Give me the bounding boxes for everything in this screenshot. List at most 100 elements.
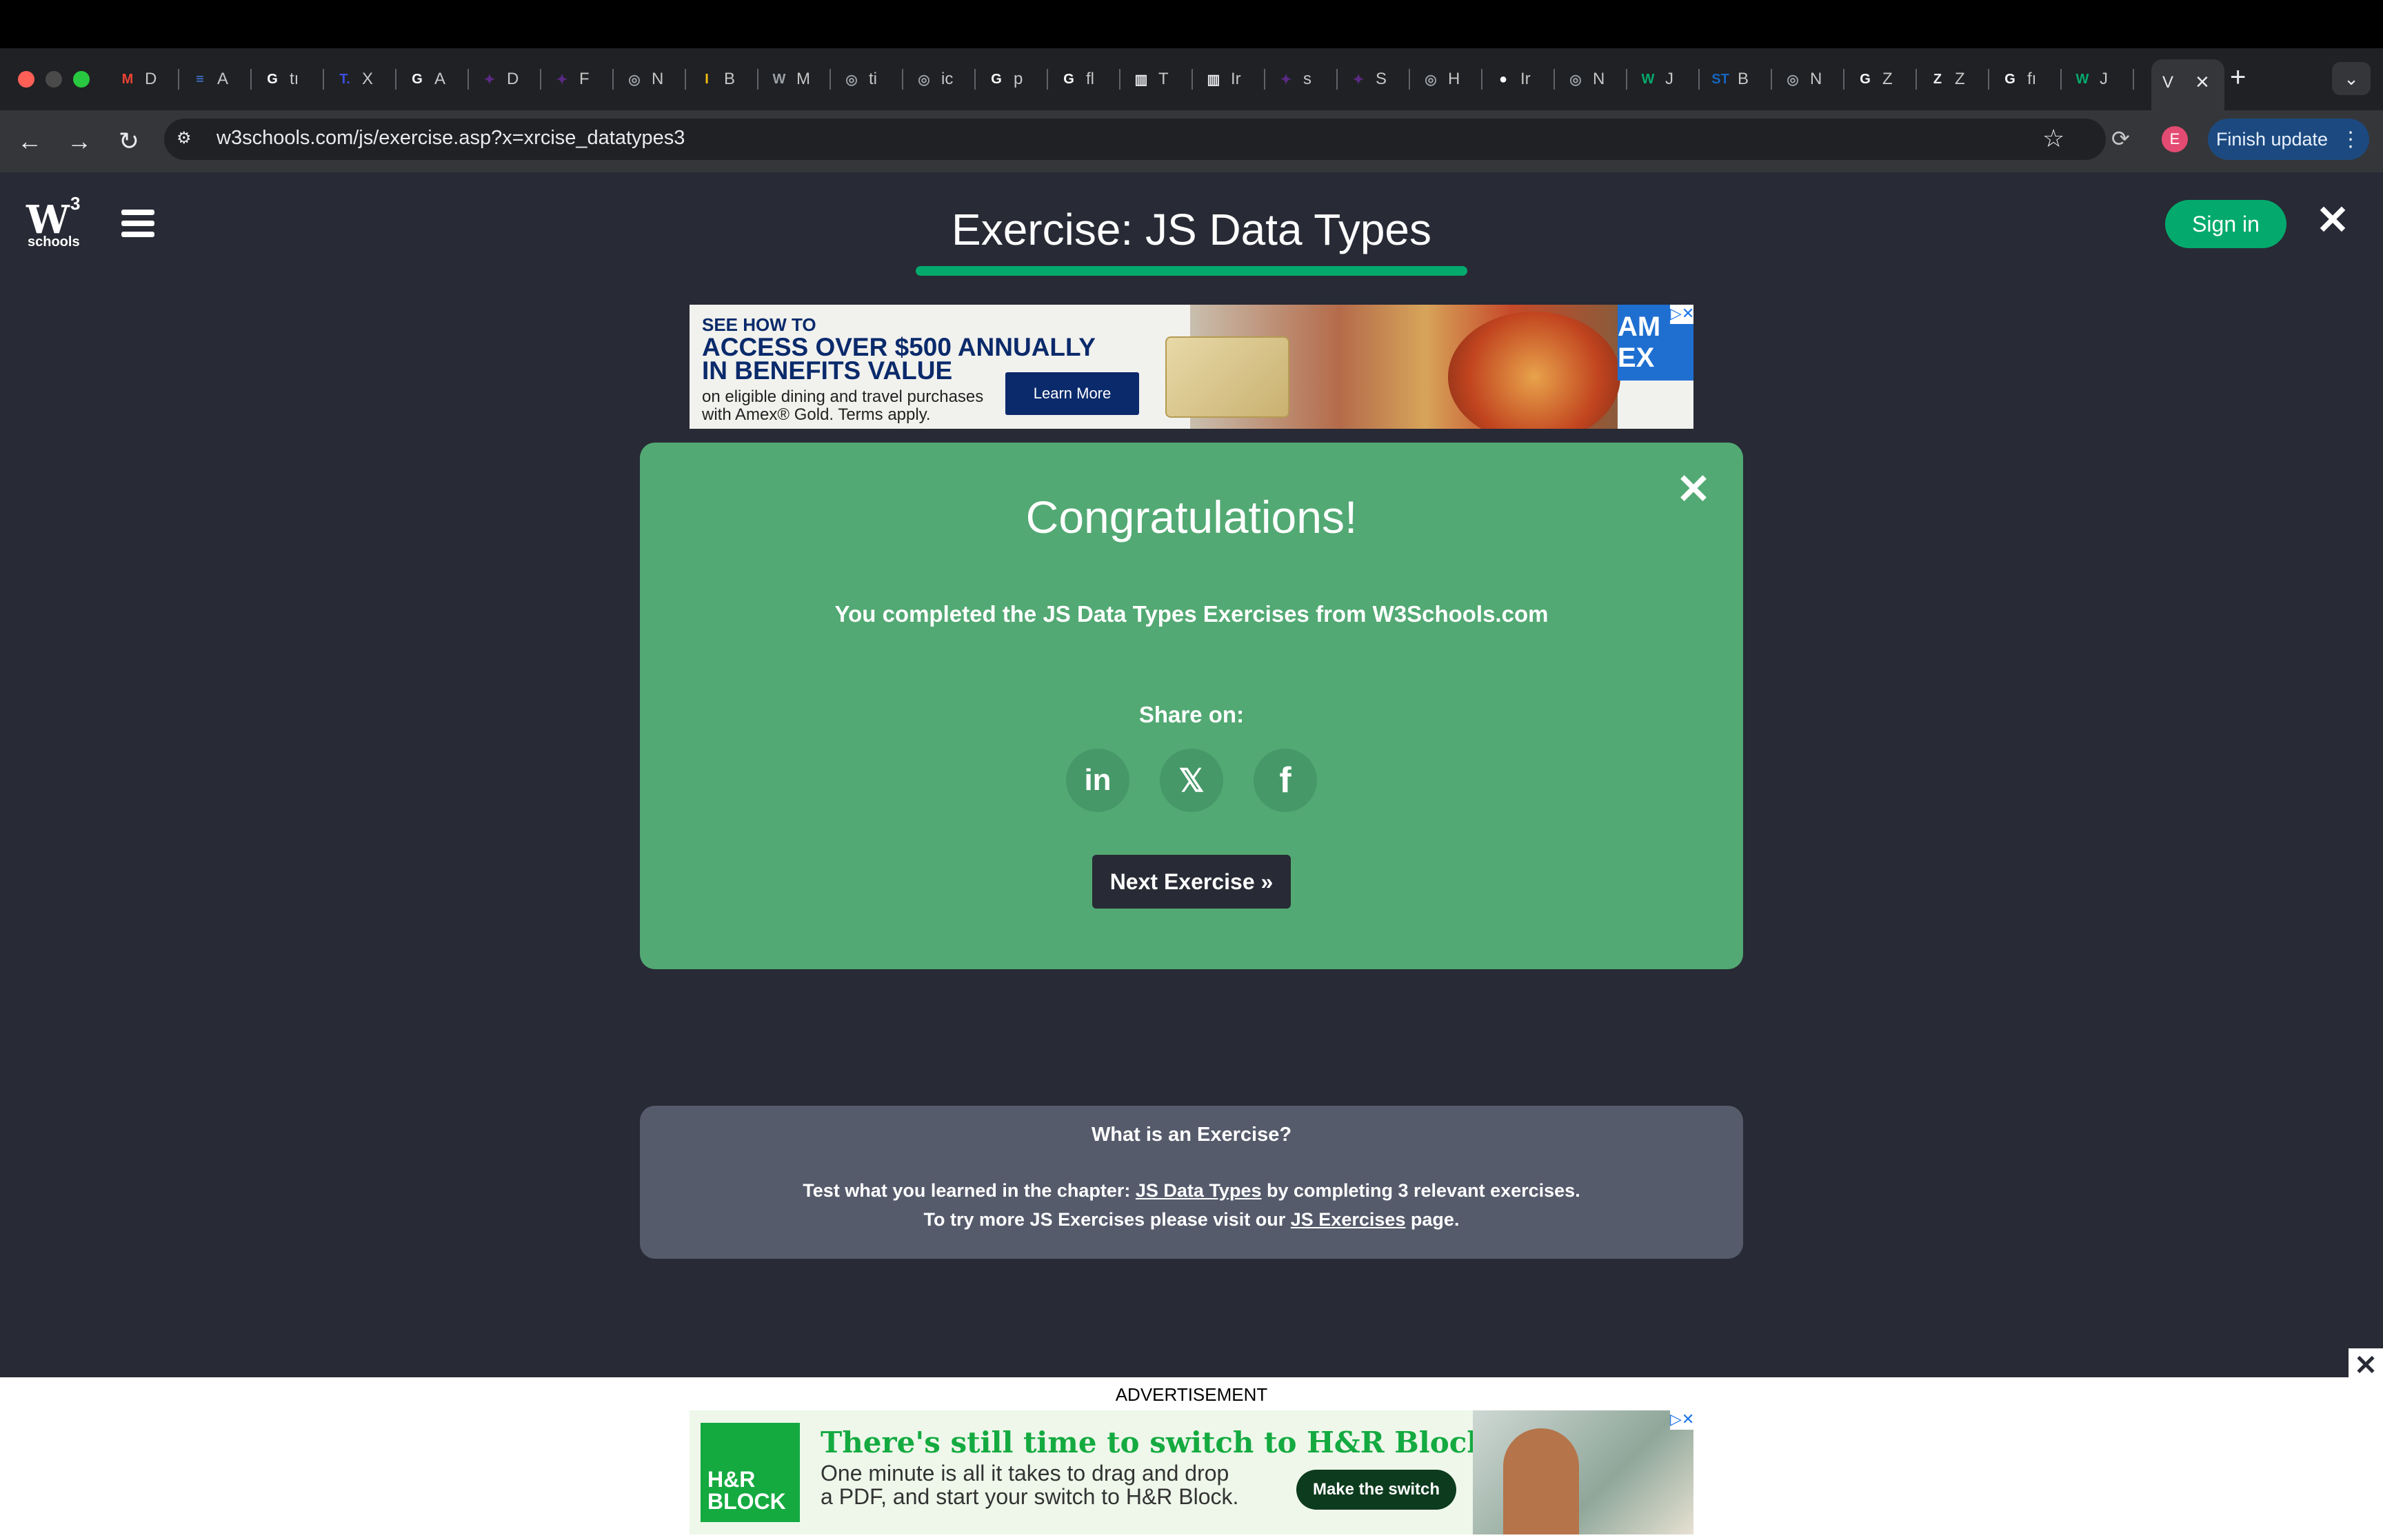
browser-tab[interactable]: ◎ ti xyxy=(841,63,877,95)
browser-tab[interactable]: ◎ H xyxy=(1420,63,1460,95)
browser-tab[interactable]: WJ xyxy=(2072,63,2108,95)
ad-banner-top[interactable]: SEE HOW TO ACCESS OVER $500 ANNUALLY IN … xyxy=(690,305,1693,429)
tab-label: Ir xyxy=(1520,70,1531,88)
tab-separator xyxy=(2060,69,2062,90)
browser-tab[interactable]: ◎ N xyxy=(1565,63,1605,95)
browser-tab[interactable]: ◎ N xyxy=(1782,63,1822,95)
browser-tab[interactable]: ✦ s xyxy=(1276,63,1311,95)
browser-tab[interactable]: ✦ S xyxy=(1348,63,1387,95)
tab-label: fı xyxy=(2027,70,2037,88)
url-text[interactable]: w3schools.com/js/exercise.asp?x=xrcise_d… xyxy=(217,127,685,150)
w3-icon: W xyxy=(2075,71,2089,87)
browser-tab[interactable]: Gp xyxy=(986,63,1023,95)
globe-icon: ◎ xyxy=(918,72,930,88)
tab-separator xyxy=(250,69,252,90)
hr-block-logo: H&R BLOCK xyxy=(701,1423,800,1522)
browser-tab[interactable]: WJ xyxy=(1638,63,1673,95)
ad-subtext-line1: One minute is all it takes to drag and d… xyxy=(821,1461,1229,1486)
page-title: Exercise: JS Data Types xyxy=(952,205,1431,254)
extension-icon[interactable]: ⟳ xyxy=(2111,125,2130,152)
google-icon: G xyxy=(1063,71,1074,87)
close-bottom-ad-icon[interactable]: ✕ xyxy=(2349,1348,2383,1383)
docs-icon: ≡ xyxy=(196,71,204,87)
ad-banner-bottom[interactable]: H&R BLOCK There's still time to switch t… xyxy=(690,1410,1693,1534)
browser-tab[interactable]: ST B xyxy=(1710,63,1749,95)
browser-tab[interactable]: ✦ F xyxy=(552,63,590,95)
t-icon: T. xyxy=(339,71,350,87)
close-tab-icon[interactable]: × xyxy=(2195,69,2209,96)
ad-choices-icon[interactable]: ▷✕ xyxy=(1670,305,1693,324)
sign-in-button[interactable]: Sign in xyxy=(2165,200,2286,248)
browser-tab[interactable]: T. X xyxy=(334,63,373,95)
tab-label: N xyxy=(1810,70,1822,88)
browser-tab[interactable]: Gfl xyxy=(1058,63,1094,95)
tab-label: F xyxy=(579,70,590,88)
tab-label: D xyxy=(145,70,157,88)
info-line-1: Test what you learned in the chapter: JS… xyxy=(640,1180,1743,1202)
tab-label: tı xyxy=(290,70,299,88)
browser-tab[interactable]: ZZ xyxy=(1927,63,1965,95)
tab-separator xyxy=(1698,69,1700,90)
close-window-button[interactable] xyxy=(18,71,34,88)
new-tab-button[interactable]: + xyxy=(2230,62,2246,93)
info-line1-suffix: by completing 3 relevant exercises. xyxy=(1261,1180,1580,1201)
js-exercises-link[interactable]: JS Exercises xyxy=(1291,1209,1406,1230)
ad-subtext-line2: a PDF, and start your switch to H&R Bloc… xyxy=(821,1484,1239,1509)
tab-search-button[interactable]: ⌄ xyxy=(2332,62,2371,95)
site-info-icon[interactable]: ⚙ xyxy=(177,128,199,150)
finish-update-label: Finish update xyxy=(2215,128,2329,150)
bookmark-star-icon[interactable]: ☆ xyxy=(2042,124,2064,153)
active-tab[interactable]: V × xyxy=(2151,59,2224,110)
maximize-window-button[interactable] xyxy=(73,71,90,88)
browser-tab[interactable]: Gtı xyxy=(262,63,299,95)
make-the-switch-button[interactable]: Make the switch xyxy=(1296,1470,1456,1510)
tab-label: N xyxy=(652,70,664,88)
tab-label: S xyxy=(1376,70,1387,88)
next-exercise-button[interactable]: Next Exercise » xyxy=(1092,855,1291,909)
browser-tab[interactable]: ◎ ic xyxy=(914,63,953,95)
browser-tab[interactable]: ▥ Ir xyxy=(1203,63,1241,95)
reload-button[interactable]: ↻ xyxy=(110,123,148,160)
tab-label: X xyxy=(362,70,374,88)
browser-tab[interactable]: ● Ir xyxy=(1493,63,1531,95)
browser-tab[interactable]: GA xyxy=(407,63,445,95)
w3schools-logo[interactable]: W 3 schools xyxy=(25,193,87,255)
share-facebook-icon[interactable]: f xyxy=(1254,749,1317,812)
tab-separator xyxy=(1409,69,1410,90)
browser-tab[interactable]: Gfı xyxy=(2000,63,2036,95)
browser-tab[interactable]: IB xyxy=(696,63,735,95)
browser-tab[interactable]: ▥ T xyxy=(1131,63,1169,95)
share-linkedin-icon[interactable]: in xyxy=(1066,749,1129,812)
back-button[interactable]: ← xyxy=(11,123,48,160)
browser-tab[interactable]: GZ xyxy=(1855,63,1892,95)
st-icon: ST xyxy=(1711,71,1729,87)
tab-separator xyxy=(1843,69,1844,90)
info-line2-prefix: To try more JS Exercises please visit ou… xyxy=(923,1209,1291,1230)
globe-icon: ◎ xyxy=(628,72,641,88)
ad-learn-more-button[interactable]: Learn More xyxy=(1005,372,1139,415)
tab-label: H xyxy=(1448,70,1460,88)
ad-choices-icon-bottom[interactable]: ▷✕ xyxy=(1670,1410,1693,1430)
browser-tab[interactable]: WM xyxy=(769,63,810,95)
google-icon: G xyxy=(1860,71,1871,87)
forward-button[interactable]: → xyxy=(61,123,98,160)
browser-tab[interactable]: ◎ N xyxy=(624,63,663,95)
active-tab-label: V xyxy=(2162,73,2174,92)
github-icon: ● xyxy=(1498,71,1508,87)
close-exercise-icon[interactable]: ✕ xyxy=(2314,198,2351,243)
info-line-2: To try more JS Exercises please visit ou… xyxy=(640,1209,1743,1230)
google-icon: G xyxy=(991,71,1002,87)
finish-update-button[interactable]: Finish update ⋮ xyxy=(2208,119,2369,160)
minimize-window-button[interactable] xyxy=(46,71,62,88)
profile-avatar[interactable]: E xyxy=(2162,126,2188,152)
browser-tab[interactable]: ✦ D xyxy=(479,63,519,95)
macos-menu-bar xyxy=(0,0,2383,48)
browser-tab[interactable]: MD xyxy=(117,63,157,95)
menu-hamburger-icon[interactable] xyxy=(121,210,154,239)
globe-icon: ◎ xyxy=(1569,72,1582,88)
js-data-types-link[interactable]: JS Data Types xyxy=(1136,1180,1262,1201)
tab-separator xyxy=(1119,69,1120,90)
browser-tab[interactable]: ≡ A xyxy=(190,63,228,95)
globe-icon: ◎ xyxy=(1787,72,1799,88)
share-x-icon[interactable]: 𝕏 xyxy=(1160,749,1223,812)
